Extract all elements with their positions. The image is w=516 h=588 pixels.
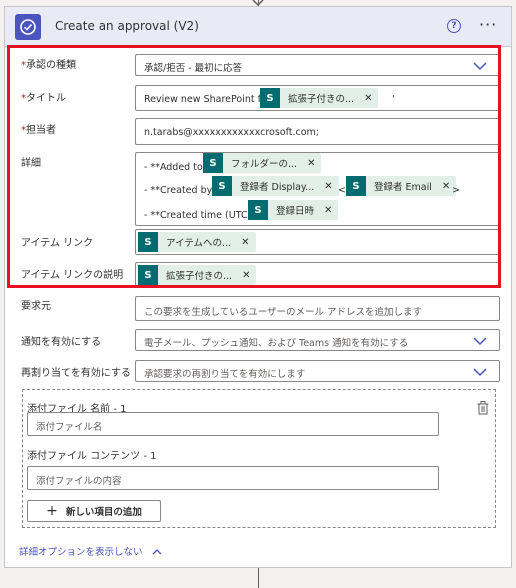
- card-title: Create an approval (V2): [55, 19, 199, 33]
- add-new-item-label: 新しい項目の追加: [65, 507, 142, 518]
- attachment-content-label: 添付ファイル コンテンツ - 1: [27, 451, 157, 462]
- card-header[interactable]: Create an approval (V2) ? ···: [5, 7, 511, 47]
- chevron-down-icon[interactable]: [473, 336, 487, 346]
- notify-placeholder: 電子メール、プッシュ通知、および Teams 通知を有効にする: [144, 338, 409, 349]
- chevron-up-icon: [152, 549, 162, 555]
- requestor-label: 要求元: [21, 301, 51, 312]
- requestor-input[interactable]: この要求を生成しているユーザーのメール アドレスを追加します: [135, 296, 500, 321]
- chevron-down-icon[interactable]: [473, 367, 487, 377]
- notify-select[interactable]: 電子メール、プッシュ通知、および Teams 通知を有効にする: [135, 329, 500, 351]
- attachment-name-input[interactable]: 添付ファイル名: [27, 412, 439, 436]
- attachment-content-placeholder: 添付ファイルの内容: [36, 476, 122, 487]
- delete-item-icon[interactable]: [477, 401, 489, 415]
- more-options-icon[interactable]: ···: [479, 15, 497, 34]
- plus-icon: +: [46, 503, 58, 519]
- reassign-label: 再割り当てを有効にする: [21, 368, 131, 379]
- attachment-name-placeholder: 添付ファイル名: [36, 422, 103, 433]
- reassign-placeholder: 承認要求の再割り当てを有効にします: [144, 369, 306, 380]
- reassign-select[interactable]: 承認要求の再割り当てを有効にします: [135, 360, 500, 382]
- attachment-content-input[interactable]: 添付ファイルの内容: [27, 466, 439, 490]
- highlight-box: [7, 45, 501, 288]
- notify-label: 通知を有効にする: [21, 337, 102, 348]
- advanced-link-text: 詳細オプションを表示しない: [19, 547, 143, 558]
- connector-line-bottom: [258, 568, 259, 588]
- help-icon[interactable]: ?: [447, 19, 461, 33]
- approvals-app-icon: [15, 14, 41, 40]
- add-new-item-button[interactable]: + 新しい項目の追加: [27, 500, 161, 522]
- hide-advanced-options-link[interactable]: 詳細オプションを表示しない: [19, 544, 162, 558]
- requestor-placeholder: この要求を生成しているユーザーのメール アドレスを追加します: [144, 307, 423, 318]
- approval-check-icon: [20, 19, 36, 35]
